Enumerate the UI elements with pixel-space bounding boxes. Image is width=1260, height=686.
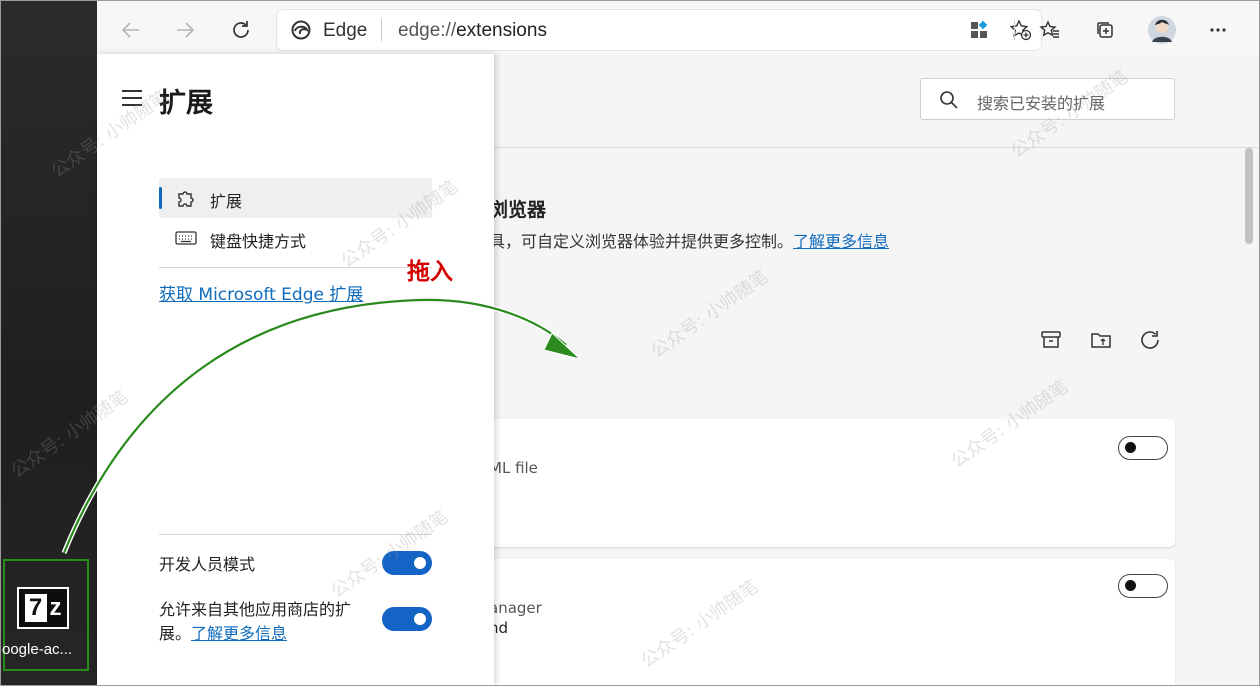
panel-divider — [159, 534, 432, 535]
puzzle-icon — [178, 191, 194, 207]
drag-in-label: 拖入 — [407, 259, 453, 285]
address-bar[interactable]: Edge edge://extensions — [277, 10, 1041, 50]
address-divider — [381, 19, 382, 41]
nav-item-label: 扩展 — [210, 192, 243, 211]
desktop-file-7z[interactable]: 7z oogle-ac... — [2, 559, 89, 671]
refresh-icon[interactable] — [227, 16, 255, 44]
archive-icon[interactable] — [1039, 328, 1063, 352]
forward-icon[interactable] — [171, 16, 199, 44]
desktop-file-name: oogle-ac... — [2, 641, 73, 658]
update-icon[interactable] — [1138, 328, 1162, 352]
extension-1-description: ML file — [489, 459, 538, 477]
developer-mode-label: 开发人员模式 — [159, 555, 256, 574]
panel-title: 扩展 — [159, 88, 213, 119]
favorites-icon[interactable] — [1036, 16, 1064, 44]
back-icon[interactable] — [117, 16, 145, 44]
nav-item-extensions[interactable]: 扩展 — [159, 178, 432, 218]
learn-more-link[interactable]: 了解更多信息 — [793, 232, 889, 251]
collections-icon[interactable] — [1091, 16, 1119, 44]
extension-1-toggle[interactable] — [1118, 436, 1168, 460]
extension-card-2: anager hd — [489, 559, 1175, 686]
header-divider — [494, 147, 1260, 148]
search-installed-extensions-input[interactable]: 搜索已安装的扩展 — [920, 78, 1175, 120]
section-description: 具，可自定义浏览器体验并提供更多控制。了解更多信息 — [489, 232, 890, 251]
browser-toolbar: Edge edge://extensions — [97, 6, 1260, 54]
allow-other-stores-label: 允许来自其他应用商店的扩 — [159, 600, 352, 619]
url-text[interactable]: edge://extensions — [398, 20, 547, 42]
allow-other-stores-label-cont: 展。了解更多信息 — [159, 624, 288, 643]
allow-other-learn-more-link[interactable]: 了解更多信息 — [191, 624, 287, 643]
toolbar-divider — [1014, 20, 1015, 40]
more-icon[interactable] — [1204, 16, 1232, 44]
site-label: Edge — [323, 20, 368, 41]
get-edge-extensions-link[interactable]: 获取 Microsoft Edge 扩展 — [159, 280, 363, 305]
7z-archive-icon: 7z — [17, 587, 69, 629]
section-heading: 浏览器 — [489, 199, 547, 221]
extension-2-toggle[interactable] — [1118, 574, 1168, 598]
extensions-icon[interactable] — [965, 16, 993, 44]
search-placeholder: 搜索已安装的扩展 — [977, 94, 1106, 113]
developer-mode-toggle[interactable] — [382, 551, 432, 575]
extension-card-1: ML file — [489, 419, 1175, 547]
menu-icon[interactable] — [122, 90, 142, 106]
panel-divider — [159, 267, 432, 268]
extensions-side-panel: 扩展 扩展 键盘快捷方式 获取 Microsoft Edge 扩展 开发人员模式… — [97, 54, 494, 686]
add-favorite-icon[interactable] — [1009, 19, 1031, 41]
pack-icon[interactable] — [1089, 328, 1113, 352]
search-icon — [940, 91, 958, 109]
desktop-background: 7z oogle-ac... — [0, 0, 97, 686]
allow-other-stores-toggle[interactable] — [382, 607, 432, 631]
edge-logo-icon — [291, 20, 311, 40]
keyboard-icon — [175, 231, 197, 245]
nav-item-label: 键盘快捷方式 — [210, 232, 307, 251]
extension-2-description: anager — [489, 599, 542, 617]
nav-item-keyboard-shortcuts[interactable]: 键盘快捷方式 — [159, 218, 432, 258]
edge-browser-window: Edge edge://extensions 搜索已安装的扩展 浏览器 具，可自… — [97, 0, 1260, 686]
page-scrollbar[interactable] — [1245, 148, 1253, 244]
profile-avatar[interactable] — [1146, 14, 1178, 46]
